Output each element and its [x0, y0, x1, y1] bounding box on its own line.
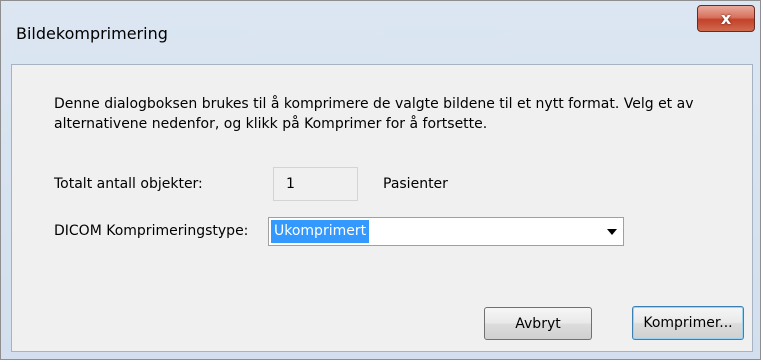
compression-type-select[interactable]: Ukomprimert	[268, 217, 624, 246]
compression-type-label: DICOM Komprimeringstype:	[54, 223, 249, 239]
dialog-content: Denne dialogboksen brukes til å komprime…	[11, 64, 753, 352]
total-objects-unit: Pasienter	[383, 176, 448, 192]
title-bar[interactable]: Bildekomprimering x	[1, 1, 760, 65]
close-button[interactable]: x	[697, 5, 755, 32]
compress-button[interactable]: Komprimer...	[632, 306, 744, 340]
dialog-window: Bildekomprimering x Denne dialogboksen b…	[0, 0, 761, 360]
total-objects-field: 1	[273, 167, 358, 201]
cancel-button[interactable]: Avbryt	[484, 307, 592, 340]
window-title: Bildekomprimering	[16, 24, 168, 43]
chevron-down-icon[interactable]	[607, 229, 617, 235]
total-objects-label: Totalt antall objekter:	[54, 176, 203, 192]
compression-type-value: Ukomprimert	[271, 220, 370, 243]
description-text: Denne dialogboksen brukes til å komprime…	[54, 96, 694, 132]
close-icon: x	[720, 8, 732, 28]
